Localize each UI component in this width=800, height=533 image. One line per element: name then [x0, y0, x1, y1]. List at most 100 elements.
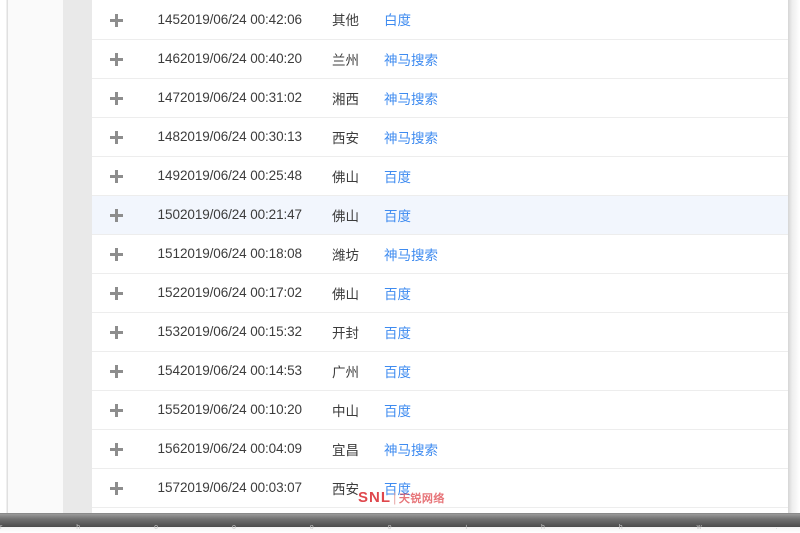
search-engine-cell: 神马搜索 [384, 429, 494, 469]
plus-icon [109, 91, 123, 105]
expand-row-button[interactable] [92, 351, 140, 391]
visitor-city: 开封 [332, 312, 384, 352]
search-engine-cell: 百度 [384, 390, 494, 430]
records-table-panel: 145 2019/06/24 00:42:06 其他 白度 146 2019/06/24 … [92, 0, 788, 517]
row-spacer-cell [494, 195, 788, 235]
row-spacer-cell [494, 156, 788, 196]
visitor-city: 宜昌 [332, 429, 384, 469]
visitor-city: 佛山 [332, 273, 384, 313]
left-sidebar-gutter [63, 0, 92, 517]
search-engine-cell: 百度 [384, 351, 494, 391]
row-index: 146 [140, 39, 180, 79]
expand-row-button[interactable] [92, 78, 140, 118]
expand-row-button[interactable] [92, 117, 140, 157]
expand-row-button[interactable] [92, 195, 140, 235]
search-engine-link[interactable]: 神马搜索 [384, 131, 438, 146]
row-spacer-cell [494, 78, 788, 118]
row-spacer-cell [494, 468, 788, 508]
table-row[interactable]: 152 2019/06/24 00:17:02 佛山 百度 [92, 273, 788, 313]
search-engine-cell: 百度 [384, 312, 494, 352]
visit-timestamp: 2019/06/24 00:30:13 [180, 117, 332, 157]
visit-timestamp: 2019/06/24 00:04:09 [180, 429, 332, 469]
table-row[interactable]: 149 2019/06/24 00:25:48 佛山 百度 [92, 156, 788, 196]
visit-timestamp: 2019/06/24 00:18:08 [180, 234, 332, 274]
table-row[interactable]: 153 2019/06/24 00:15:32 开封 百度 [92, 312, 788, 352]
plus-icon [109, 442, 123, 456]
search-engine-link[interactable]: 百度 [384, 326, 411, 341]
row-spacer-cell [494, 390, 788, 430]
table-row[interactable]: 146 2019/06/24 00:40:20 兰州 神马搜索 [92, 39, 788, 79]
expand-row-button[interactable] [92, 312, 140, 352]
screenshot-viewport: 145 2019/06/24 00:42:06 其他 白度 146 2019/06/24 … [0, 0, 800, 533]
expand-row-button[interactable] [92, 39, 140, 79]
table-row[interactable]: 150 2019/06/24 00:21:47 佛山 百度 [92, 195, 788, 235]
expand-row-button[interactable] [92, 234, 140, 274]
plus-icon [109, 130, 123, 144]
search-engine-link[interactable]: 神马搜索 [384, 92, 438, 107]
search-engine-link[interactable]: 百度 [384, 209, 411, 224]
search-engine-link[interactable]: 神马搜索 [384, 53, 438, 68]
row-spacer-cell [494, 0, 788, 40]
panel-right-shadow [788, 0, 800, 517]
search-engine-link[interactable]: 百度 [384, 170, 411, 185]
visitor-records-table: 145 2019/06/24 00:42:06 其他 白度 146 2019/06/24 … [92, 0, 788, 517]
search-engine-link[interactable]: 神马搜索 [384, 443, 438, 458]
table-row[interactable]: 147 2019/06/24 00:31:02 湘西 神马搜索 [92, 78, 788, 118]
expand-row-button[interactable] [92, 0, 140, 40]
search-engine-cell: 神马搜索 [384, 234, 494, 274]
visit-timestamp: 2019/06/24 00:21:47 [180, 195, 332, 235]
search-engine-link[interactable]: 百度 [384, 404, 411, 419]
scrollbar-underlay [0, 526, 800, 533]
table-row[interactable]: 154 2019/06/24 00:14:53 广州 百度 [92, 351, 788, 391]
expand-row-button[interactable] [92, 156, 140, 196]
expand-row-button[interactable] [92, 468, 140, 508]
table-row[interactable]: 156 2019/06/24 00:04:09 宜昌 神马搜索 [92, 429, 788, 469]
plus-icon [109, 364, 123, 378]
visit-timestamp: 2019/06/24 00:17:02 [180, 273, 332, 313]
visitor-city: 中山 [332, 390, 384, 430]
visit-timestamp: 2019/06/24 00:14:53 [180, 351, 332, 391]
visitor-city: 西安 [332, 468, 384, 508]
expand-row-button[interactable] [92, 273, 140, 313]
visit-timestamp: 2019/06/24 00:25:48 [180, 156, 332, 196]
search-engine-cell: 百度 [384, 195, 494, 235]
search-engine-cell: 白度 [384, 0, 494, 40]
expand-row-button[interactable] [92, 390, 140, 430]
search-engine-link[interactable]: 百度 [384, 482, 411, 497]
horizontal-scrollbar[interactable] [0, 513, 800, 527]
table-row[interactable]: 148 2019/06/24 00:30:13 西安 神马搜索 [92, 117, 788, 157]
visitor-city: 佛山 [332, 156, 384, 196]
row-index: 152 [140, 273, 180, 313]
plus-icon [109, 52, 123, 66]
row-spacer-cell [494, 429, 788, 469]
table-row[interactable]: 151 2019/06/24 00:18:08 潍坊 神马搜索 [92, 234, 788, 274]
row-index: 155 [140, 390, 180, 430]
search-engine-cell: 神马搜索 [384, 117, 494, 157]
search-engine-link[interactable]: 神马搜索 [384, 248, 438, 263]
table-row[interactable]: 157 2019/06/24 00:03:07 西安 百度 [92, 468, 788, 508]
table-row[interactable]: 145 2019/06/24 00:42:06 其他 白度 [92, 0, 788, 40]
row-index: 147 [140, 78, 180, 118]
search-engine-link[interactable]: 白度 [384, 13, 411, 28]
row-index: 156 [140, 429, 180, 469]
search-engine-link[interactable]: 百度 [384, 287, 411, 302]
row-spacer-cell [494, 39, 788, 79]
visit-timestamp: 2019/06/24 00:15:32 [180, 312, 332, 352]
plus-icon [109, 325, 123, 339]
row-index: 157 [140, 468, 180, 508]
table-row[interactable]: 155 2019/06/24 00:10:20 中山 百度 [92, 390, 788, 430]
row-index: 145 [140, 0, 180, 40]
row-spacer-cell [494, 351, 788, 391]
visitor-city: 兰州 [332, 39, 384, 79]
plus-icon [109, 247, 123, 261]
table-body: 145 2019/06/24 00:42:06 其他 白度 146 2019/06/24 … [92, 0, 788, 517]
row-spacer-cell [494, 312, 788, 352]
search-engine-cell: 百度 [384, 273, 494, 313]
visitor-city: 湘西 [332, 78, 384, 118]
expand-row-button[interactable] [92, 429, 140, 469]
visit-timestamp: 2019/06/24 00:42:06 [180, 0, 332, 40]
row-spacer-cell [494, 234, 788, 274]
plus-icon [109, 286, 123, 300]
search-engine-link[interactable]: 百度 [384, 365, 411, 380]
search-engine-cell: 百度 [384, 468, 494, 508]
